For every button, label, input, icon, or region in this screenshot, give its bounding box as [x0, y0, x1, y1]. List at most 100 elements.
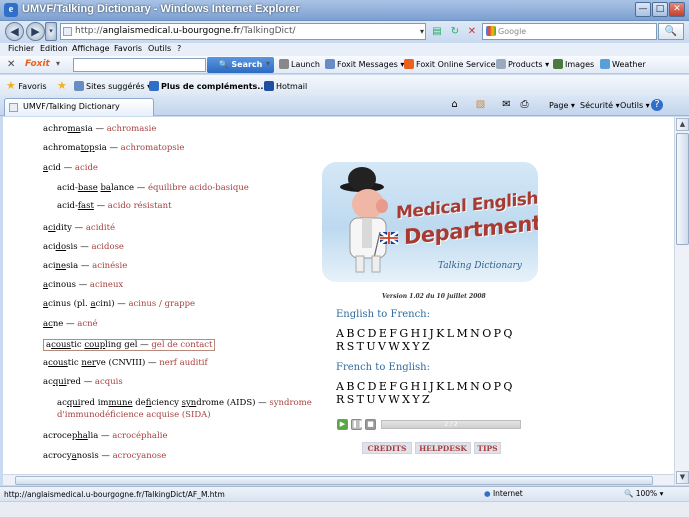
letter-link[interactable]: C — [357, 327, 366, 340]
letter-link[interactable]: U — [366, 340, 376, 353]
address-bar[interactable]: http://anglaismedical.u-bourgogne.fr/Tal… — [60, 23, 426, 40]
outils-menu[interactable]: Outils ▾ — [620, 101, 650, 110]
dictionary-entry[interactable]: acid-base balance — équilibre acido-basi… — [57, 183, 249, 193]
letter-link[interactable]: E — [379, 327, 387, 340]
letter-link[interactable]: P — [494, 327, 502, 340]
letter-link[interactable]: H — [411, 327, 421, 340]
menu-edition[interactable]: Edition — [40, 44, 68, 53]
foxit-search-button[interactable]: 🔍 Search — [207, 57, 274, 73]
horizontal-scrollbar[interactable] — [3, 474, 674, 485]
tab-talking-dictionary[interactable]: UMVF/Talking Dictionary — [4, 98, 154, 116]
close-toolbar-icon[interactable]: ✕ — [7, 59, 15, 70]
dictionary-entry[interactable]: acidity — acidité — [43, 223, 115, 233]
menu-help[interactable]: ? — [177, 44, 181, 53]
securite-menu[interactable]: Sécurité ▾ — [580, 101, 620, 110]
launch-button[interactable]: Launch — [279, 59, 320, 69]
maximize-button[interactable]: □ — [652, 2, 668, 17]
stop-audio-icon[interactable]: ■ — [365, 419, 376, 430]
letter-link[interactable]: G — [399, 380, 408, 393]
favoris-button[interactable]: ★ Favoris — [6, 79, 47, 92]
letter-link[interactable]: I — [423, 380, 428, 393]
read-mail-icon[interactable]: ✉ — [500, 99, 513, 111]
menu-fichier[interactable]: Fichier — [8, 44, 34, 53]
letter-link[interactable]: D — [368, 327, 377, 340]
letter-link[interactable]: E — [379, 380, 387, 393]
feeds-icon[interactable]: ▧ — [474, 99, 487, 111]
dictionary-entry[interactable]: achromasia — achromasie — [43, 124, 156, 134]
letter-link[interactable]: Y — [412, 340, 420, 353]
letter-link[interactable]: U — [366, 393, 376, 406]
letter-link[interactable]: C — [357, 380, 366, 393]
refresh-icon[interactable]: ↻ — [448, 24, 462, 39]
pause-icon[interactable]: ❚❚ — [351, 419, 364, 430]
dictionary-entry[interactable]: acquired — acquis — [43, 377, 123, 387]
weather-button[interactable]: Weather — [600, 59, 646, 69]
dictionary-entry[interactable]: acinus (pl. acini) — acinus / grappe — [43, 299, 195, 309]
letter-link[interactable]: O — [482, 380, 491, 393]
add-favorite-icon[interactable]: ★ — [57, 79, 67, 92]
scroll-down-icon[interactable]: ▼ — [676, 471, 689, 484]
letter-link[interactable]: Z — [422, 340, 430, 353]
letter-link[interactable]: J — [429, 327, 434, 340]
letter-link[interactable]: L — [447, 380, 455, 393]
scroll-thumb[interactable] — [676, 133, 689, 245]
foxit-messages-button[interactable]: Foxit Messages ▾ — [325, 59, 404, 69]
letter-link[interactable]: S — [347, 393, 355, 406]
page-menu[interactable]: Page ▾ — [549, 101, 575, 110]
letter-link[interactable]: J — [429, 380, 434, 393]
images-button[interactable]: Images — [553, 59, 594, 69]
letter-link[interactable]: K — [436, 327, 445, 340]
search-dropdown-icon[interactable]: ▾ — [266, 59, 270, 68]
sites-suggeres-link[interactable]: Sites suggérés ▾ — [74, 81, 151, 91]
close-button[interactable]: ✕ — [669, 2, 685, 17]
letter-link[interactable]: N — [470, 380, 480, 393]
history-dropdown[interactable]: ▾ — [45, 22, 57, 41]
foxit-dropdown-icon[interactable]: ▾ — [56, 59, 60, 68]
letter-link[interactable]: A — [336, 380, 344, 393]
address-dropdown-icon[interactable]: ▾ — [415, 24, 429, 39]
letter-link[interactable]: T — [357, 393, 365, 406]
dictionary-entry[interactable]: achromatopsia — achromatopsie — [43, 143, 184, 153]
letter-link[interactable]: O — [482, 327, 491, 340]
letter-link[interactable]: L — [447, 327, 455, 340]
letter-link[interactable]: F — [389, 380, 397, 393]
letter-link[interactable]: Q — [503, 327, 512, 340]
letter-link[interactable]: S — [347, 340, 355, 353]
letter-link[interactable]: W — [388, 340, 400, 353]
letter-link[interactable]: A — [336, 327, 344, 340]
letter-link[interactable]: T — [357, 340, 365, 353]
search-input[interactable]: Google — [482, 23, 657, 40]
home-icon[interactable]: ⌂ — [448, 99, 461, 111]
letter-link[interactable]: P — [494, 380, 502, 393]
letter-link[interactable]: I — [423, 327, 428, 340]
letter-link[interactable]: M — [456, 380, 468, 393]
letter-link[interactable]: G — [399, 327, 408, 340]
menu-favoris[interactable]: Favoris — [114, 44, 142, 53]
plus-de-complements-link[interactable]: Plus de compléments... ▾ — [149, 81, 273, 91]
help-icon[interactable]: ? — [651, 99, 663, 111]
letter-link[interactable]: R — [336, 340, 345, 353]
minimize-button[interactable]: — — [635, 2, 651, 17]
dictionary-entry[interactable]: acoustic coupling gel — gel de contact — [43, 339, 216, 351]
credits-link[interactable]: CREDITS — [362, 442, 412, 454]
letter-link[interactable]: Q — [503, 380, 512, 393]
menu-outils[interactable]: Outils — [148, 44, 171, 53]
audio-progress-track[interactable]: 2 / 2 — [381, 420, 521, 429]
dictionary-entry[interactable]: acidosis — acidose — [43, 242, 124, 252]
foxit-search-input[interactable] — [73, 58, 206, 72]
zoom-control[interactable]: 🔍 100% ▾ — [624, 489, 663, 498]
letter-link[interactable]: V — [378, 340, 386, 353]
letter-link[interactable]: B — [346, 327, 354, 340]
letter-link[interactable]: K — [436, 380, 445, 393]
letter-link[interactable]: Y — [412, 393, 420, 406]
letter-link[interactable]: B — [346, 380, 354, 393]
foxit-online-services-button[interactable]: Foxit Online Services — [404, 59, 500, 69]
dictionary-entry[interactable]: acid-fast — acido résistant — [57, 201, 172, 211]
stop-icon[interactable]: ✕ — [465, 24, 479, 39]
dictionary-entry[interactable]: acne — acné — [43, 319, 98, 329]
letter-link[interactable]: X — [402, 340, 410, 353]
hotmail-link[interactable]: Hotmail — [264, 81, 307, 91]
dictionary-entry[interactable]: acrocyanosis — acrocyanose — [43, 451, 166, 461]
scroll-up-icon[interactable]: ▲ — [676, 118, 689, 131]
letter-link[interactable]: D — [368, 380, 377, 393]
